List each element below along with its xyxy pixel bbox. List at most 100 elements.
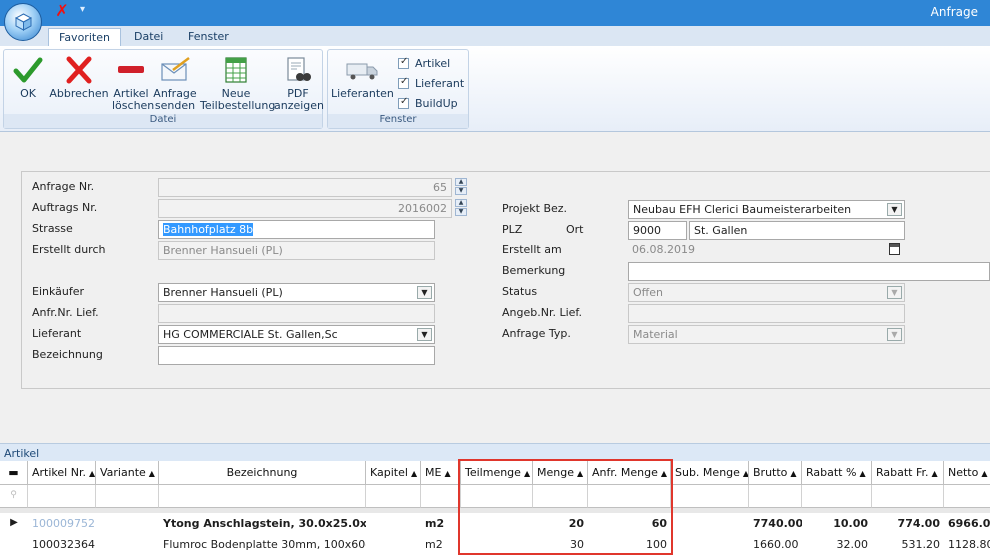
truck-icon <box>346 63 378 80</box>
column-header-sub-menge[interactable]: Sub. Menge ▲ <box>671 461 749 485</box>
bemerkung-field[interactable] <box>628 262 990 281</box>
anfr-nr-lief-field[interactable] <box>158 304 435 323</box>
filter-cell[interactable] <box>671 485 749 508</box>
tab-fenster[interactable]: Fenster <box>178 28 239 46</box>
tab-favoriten[interactable]: Favoriten <box>48 28 121 46</box>
plz-field[interactable]: 9000 <box>628 221 687 240</box>
filter-cell[interactable] <box>366 485 421 508</box>
lieferanten-button[interactable]: Lieferanten <box>331 52 394 100</box>
column-header-rabatt-pct[interactable]: Rabatt % ▲ <box>802 461 872 485</box>
strasse-field[interactable]: Bahnhofplatz 8b <box>158 220 435 239</box>
column-header-menge[interactable]: Menge ▲ <box>533 461 588 485</box>
label-strasse: Strasse <box>32 222 73 235</box>
cell-teilmenge[interactable] <box>461 534 533 556</box>
cell-menge[interactable]: 20 <box>533 513 588 535</box>
cell-rabatt-pct[interactable]: 32.00 <box>802 534 872 556</box>
quick-access-dropdown-icon[interactable]: ▾ <box>80 4 85 15</box>
neue-teilbestellung-button[interactable]: Neue Teilbestellung <box>200 52 275 112</box>
cell-menge[interactable]: 30 <box>533 534 588 556</box>
anfrage-typ-select[interactable]: Material ▼ <box>628 325 905 344</box>
filter-cell[interactable] <box>461 485 533 508</box>
chevron-down-icon[interactable]: ▼ <box>887 286 902 299</box>
cell-rabatt-fr[interactable]: 774.00 <box>872 513 944 535</box>
filter-cell[interactable] <box>588 485 671 508</box>
einkaeufer-select[interactable]: Brenner Hansueli (PL) ▼ <box>158 283 435 302</box>
cell-variante[interactable] <box>96 513 159 535</box>
column-header-me[interactable]: ME ▲ <box>421 461 461 485</box>
lieferant-select[interactable]: HG COMMERCIALE St. Gallen,Sc ▼ <box>158 325 435 344</box>
cell-rabatt-fr[interactable]: 531.20 <box>872 534 944 556</box>
anfrage-senden-button[interactable]: Anfrage senden <box>152 52 198 112</box>
cell-anfr-menge[interactable]: 60 <box>588 513 671 535</box>
cell-me[interactable]: m2 <box>421 513 461 535</box>
column-header-artikel-nr[interactable]: Artikel Nr. ▲ <box>28 461 96 485</box>
calendar-icon[interactable] <box>889 243 900 255</box>
filter-cell[interactable] <box>96 485 159 508</box>
filter-cell[interactable] <box>159 485 366 508</box>
cell-me[interactable]: m2 <box>421 534 461 556</box>
ribbon-group-fenster: Lieferanten Artikel Lieferant BuildUp Fe… <box>327 49 469 129</box>
column-header-variante[interactable]: Variante ▲ <box>96 461 159 485</box>
cell-kapitel[interactable] <box>366 534 421 556</box>
pdf-anzeigen-button[interactable]: PDF anzeigen <box>274 52 324 112</box>
anfrage-nr-field[interactable]: 65 <box>158 178 452 197</box>
filter-cell[interactable] <box>421 485 461 508</box>
abbrechen-button[interactable]: Abbrechen <box>48 52 110 100</box>
chevron-down-icon[interactable]: ▼ <box>417 286 432 299</box>
filter-cell[interactable] <box>944 485 990 508</box>
spin-down-icon[interactable]: ▼ <box>455 208 467 216</box>
column-header-bezeichnung[interactable]: Bezeichnung <box>159 461 366 485</box>
column-header-kapitel[interactable]: Kapitel ▲ <box>366 461 421 485</box>
column-header-rabatt-fr[interactable]: Rabatt Fr. ▲ <box>872 461 944 485</box>
cell-bezeichnung[interactable]: Ytong Anschlagstein, 30.0x25.0x60.0 <box>159 513 366 535</box>
column-header-netto[interactable]: Netto ▲ <box>944 461 990 485</box>
spin-up-icon[interactable]: ▲ <box>455 178 467 186</box>
ort-field[interactable]: St. Gallen <box>689 221 905 240</box>
status-select[interactable]: Offen ▼ <box>628 283 905 302</box>
erstellt-durch-field[interactable]: Brenner Hansueli (PL) <box>158 241 435 260</box>
spin-down-icon[interactable]: ▼ <box>455 187 467 195</box>
cell-kapitel[interactable] <box>366 513 421 535</box>
cell-variante[interactable] <box>96 534 159 556</box>
artikel-loeschen-button[interactable]: Artikel löschen <box>112 52 154 112</box>
cell-brutto[interactable]: 1660.00 <box>749 534 802 556</box>
ok-button[interactable]: OK <box>12 52 44 100</box>
cell-artikel-nr[interactable]: 100032364 <box>28 534 96 556</box>
application-menu-button[interactable] <box>4 3 42 41</box>
artikel-checkbox[interactable]: Artikel <box>398 54 450 72</box>
cell-sub-menge[interactable] <box>671 534 749 556</box>
chevron-down-icon[interactable]: ▼ <box>417 328 432 341</box>
cell-artikel-nr[interactable]: 100009752 <box>28 513 96 535</box>
filter-cell[interactable] <box>28 485 96 508</box>
cell-rabatt-pct[interactable]: 10.00 <box>802 513 872 535</box>
cell-netto[interactable]: 1128.80 <box>944 534 990 556</box>
projekt-bez-select[interactable]: Neubau EFH Clerici Baumeisterarbeiten ▼ <box>628 200 905 219</box>
cell-anfr-menge[interactable]: 100 <box>588 534 671 556</box>
chevron-down-icon[interactable]: ▼ <box>887 203 902 216</box>
filter-cell[interactable] <box>872 485 944 508</box>
grid-row-selector-header[interactable]: ▬ <box>0 461 28 485</box>
lieferant-checkbox[interactable]: Lieferant <box>398 74 464 92</box>
filter-cell[interactable] <box>749 485 802 508</box>
column-header-anfr-menge[interactable]: Anfr. Menge ▲ <box>588 461 671 485</box>
filter-cell[interactable] <box>802 485 872 508</box>
cell-netto[interactable]: 6966.0 <box>944 513 990 535</box>
erstellt-am-field[interactable]: 06.08.2019 <box>628 241 884 260</box>
buildup-checkbox[interactable]: BuildUp <box>398 94 458 112</box>
pdf-binoculars-icon <box>287 57 311 81</box>
filter-icon[interactable]: ⚲ <box>0 485 28 508</box>
cell-sub-menge[interactable] <box>671 513 749 535</box>
tab-datei[interactable]: Datei <box>124 28 173 46</box>
column-header-teilmenge[interactable]: Teilmenge ▲ <box>461 461 533 485</box>
quick-access-close-icon[interactable]: ✗ <box>52 2 72 20</box>
bezeichnung-field[interactable] <box>158 346 435 365</box>
cell-brutto[interactable]: 7740.00 <box>749 513 802 535</box>
cell-bezeichnung[interactable]: Flumroc Bodenplatte 30mm, 100x60cm, 10 <box>159 534 366 556</box>
auftrags-nr-field[interactable]: 2016002 <box>158 199 452 218</box>
filter-cell[interactable] <box>533 485 588 508</box>
cell-teilmenge[interactable] <box>461 513 533 535</box>
spin-up-icon[interactable]: ▲ <box>455 199 467 207</box>
angeb-nr-lief-field[interactable] <box>628 304 905 323</box>
chevron-down-icon[interactable]: ▼ <box>887 328 902 341</box>
column-header-brutto[interactable]: Brutto ▲ <box>749 461 802 485</box>
